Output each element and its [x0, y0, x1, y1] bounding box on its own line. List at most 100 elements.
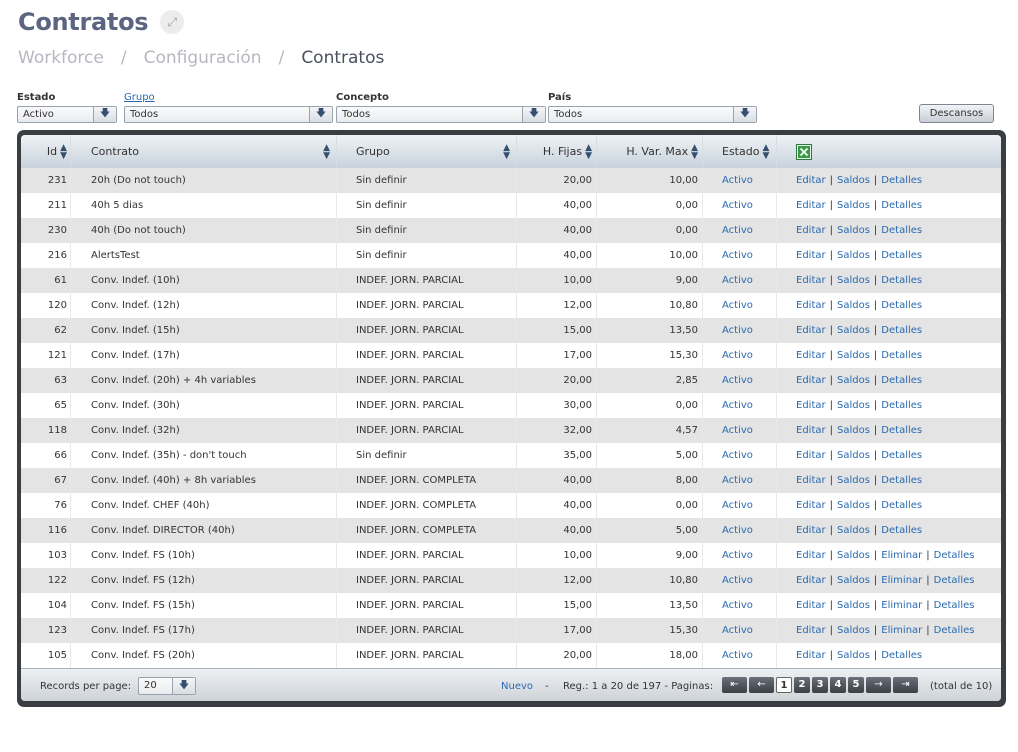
last-page-icon[interactable]: ⇥	[893, 677, 918, 693]
action-saldos-link[interactable]: Saldos	[837, 200, 870, 211]
action-saldos-link[interactable]: Saldos	[837, 375, 870, 386]
action-editar-link[interactable]: Editar	[796, 350, 826, 361]
cell-estado[interactable]: Activo	[703, 393, 777, 418]
action-detalles-link[interactable]: Detalles	[934, 550, 975, 561]
action-editar-link[interactable]: Editar	[796, 425, 826, 436]
arrow-down-icon[interactable]: 🡇	[309, 107, 332, 122]
nuevo-link[interactable]: Nuevo	[501, 681, 533, 692]
prev-page-icon[interactable]: ←	[749, 677, 774, 693]
concepto-select[interactable]: Todos 🡇	[336, 106, 546, 123]
sort-icon[interactable]: ▲ ▼	[762, 143, 769, 160]
action-detalles-link[interactable]: Detalles	[934, 575, 975, 586]
sort-icon[interactable]: ▲ ▼	[585, 143, 592, 160]
action-editar-link[interactable]: Editar	[796, 525, 826, 536]
sort-icon[interactable]: ▲ ▼	[503, 143, 510, 160]
action-detalles-link[interactable]: Detalles	[881, 425, 922, 436]
sort-icon[interactable]: ▲ ▼	[60, 143, 67, 160]
first-page-icon[interactable]: ⇤	[722, 677, 747, 693]
cell-estado[interactable]: Activo	[703, 493, 777, 518]
sort-icon[interactable]: ▲ ▼	[691, 143, 698, 160]
action-saldos-link[interactable]: Saldos	[837, 350, 870, 361]
cell-estado[interactable]: Activo	[703, 568, 777, 593]
action-saldos-link[interactable]: Saldos	[837, 250, 870, 261]
action-detalles-link[interactable]: Detalles	[881, 500, 922, 511]
excel-export-icon[interactable]	[796, 143, 812, 160]
action-saldos-link[interactable]: Saldos	[837, 600, 870, 611]
action-saldos-link[interactable]: Saldos	[837, 650, 870, 661]
column-header-estado[interactable]: Estado ▲ ▼	[703, 135, 777, 168]
action-editar-link[interactable]: Editar	[796, 300, 826, 311]
cell-estado[interactable]: Activo	[703, 368, 777, 393]
action-detalles-link[interactable]: Detalles	[881, 175, 922, 186]
action-editar-link[interactable]: Editar	[796, 275, 826, 286]
action-saldos-link[interactable]: Saldos	[837, 325, 870, 336]
breadcrumb-workforce[interactable]: Workforce	[18, 48, 104, 68]
action-saldos-link[interactable]: Saldos	[837, 550, 870, 561]
action-editar-link[interactable]: Editar	[796, 450, 826, 461]
cell-estado[interactable]: Activo	[703, 318, 777, 343]
cell-estado[interactable]: Activo	[703, 293, 777, 318]
action-editar-link[interactable]: Editar	[796, 625, 826, 636]
action-saldos-link[interactable]: Saldos	[837, 275, 870, 286]
action-saldos-link[interactable]: Saldos	[837, 400, 870, 411]
action-saldos-link[interactable]: Saldos	[837, 475, 870, 486]
action-detalles-link[interactable]: Detalles	[881, 250, 922, 261]
action-detalles-link[interactable]: Detalles	[881, 350, 922, 361]
cell-estado[interactable]: Activo	[703, 643, 777, 668]
column-header-fijas[interactable]: H. Fijas ▲ ▼	[517, 135, 597, 168]
cell-estado[interactable]: Activo	[703, 518, 777, 543]
cell-estado[interactable]: Activo	[703, 468, 777, 493]
cell-estado[interactable]: Activo	[703, 543, 777, 568]
action-detalles-link[interactable]: Detalles	[881, 475, 922, 486]
page-button[interactable]: 2	[794, 677, 810, 693]
column-header-id[interactable]: Id ▲ ▼	[21, 135, 71, 168]
cell-estado[interactable]: Activo	[703, 593, 777, 618]
action-editar-link[interactable]: Editar	[796, 575, 826, 586]
action-detalles-link[interactable]: Detalles	[881, 275, 922, 286]
action-eliminar-link[interactable]: Eliminar	[881, 625, 922, 636]
cell-estado[interactable]: Activo	[703, 418, 777, 443]
breadcrumb-configuracion[interactable]: Configuración	[144, 48, 262, 68]
action-saldos-link[interactable]: Saldos	[837, 450, 870, 461]
estado-select[interactable]: Activo 🡇	[17, 106, 117, 123]
page-button[interactable]: 1	[776, 677, 792, 693]
page-button[interactable]: 4	[830, 677, 846, 693]
records-per-page-select[interactable]: 20 🡇	[138, 677, 196, 695]
grupo-select[interactable]: Todos 🡇	[124, 106, 333, 123]
cell-estado[interactable]: Activo	[703, 343, 777, 368]
action-editar-link[interactable]: Editar	[796, 400, 826, 411]
action-saldos-link[interactable]: Saldos	[837, 500, 870, 511]
action-detalles-link[interactable]: Detalles	[881, 525, 922, 536]
action-editar-link[interactable]: Editar	[796, 175, 826, 186]
action-saldos-link[interactable]: Saldos	[837, 225, 870, 236]
action-editar-link[interactable]: Editar	[796, 650, 826, 661]
arrow-down-icon[interactable]: 🡇	[172, 678, 195, 694]
column-header-grupo[interactable]: Grupo ▲ ▼	[337, 135, 517, 168]
cell-estado[interactable]: Activo	[703, 243, 777, 268]
action-saldos-link[interactable]: Saldos	[837, 625, 870, 636]
action-detalles-link[interactable]: Detalles	[881, 450, 922, 461]
action-editar-link[interactable]: Editar	[796, 475, 826, 486]
action-editar-link[interactable]: Editar	[796, 225, 826, 236]
action-editar-link[interactable]: Editar	[796, 550, 826, 561]
arrow-down-icon[interactable]: 🡇	[93, 107, 116, 122]
action-editar-link[interactable]: Editar	[796, 325, 826, 336]
action-editar-link[interactable]: Editar	[796, 375, 826, 386]
action-detalles-link[interactable]: Detalles	[881, 300, 922, 311]
cell-estado[interactable]: Activo	[703, 443, 777, 468]
expand-arrows-icon[interactable]: ⤢	[160, 10, 185, 34]
action-eliminar-link[interactable]: Eliminar	[881, 550, 922, 561]
action-editar-link[interactable]: Editar	[796, 600, 826, 611]
filter-grupo-label[interactable]: Grupo	[124, 91, 333, 105]
action-detalles-link[interactable]: Detalles	[934, 625, 975, 636]
cell-estado[interactable]: Activo	[703, 168, 777, 193]
action-editar-link[interactable]: Editar	[796, 250, 826, 261]
action-saldos-link[interactable]: Saldos	[837, 525, 870, 536]
action-detalles-link[interactable]: Detalles	[881, 400, 922, 411]
action-eliminar-link[interactable]: Eliminar	[881, 600, 922, 611]
sort-icon[interactable]: ▲ ▼	[323, 143, 330, 160]
arrow-down-icon[interactable]: 🡇	[522, 107, 545, 122]
cell-estado[interactable]: Activo	[703, 268, 777, 293]
action-detalles-link[interactable]: Detalles	[881, 225, 922, 236]
action-saldos-link[interactable]: Saldos	[837, 425, 870, 436]
